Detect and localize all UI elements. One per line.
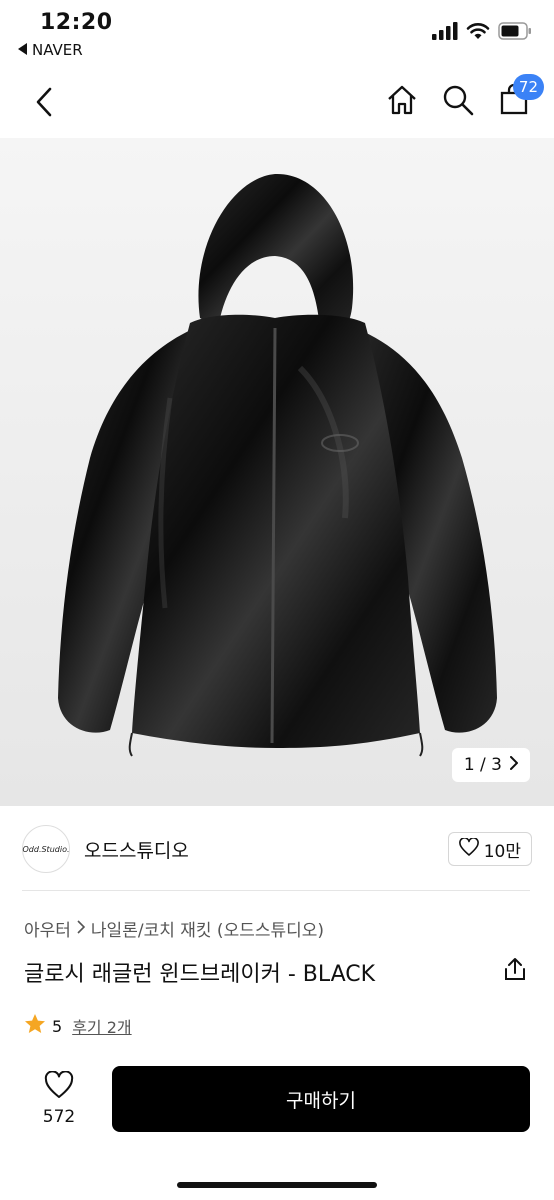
nav-actions: 72	[384, 74, 544, 120]
heart-outline-icon	[458, 836, 479, 861]
product-title: 글로시 래글런 윈드브레이커 - BLACK	[24, 962, 376, 987]
store-logo-text: Odd.Studio.	[22, 844, 70, 854]
battery-icon	[498, 22, 532, 44]
wishlist-count: 572	[42, 1107, 76, 1127]
cart-button[interactable]: 72	[496, 74, 544, 120]
breadcrumb: 아우터 나일론/코치 재킷 (오드스튜디오)	[24, 916, 324, 941]
back-button[interactable]	[26, 86, 62, 122]
search-button[interactable]	[440, 84, 476, 120]
store-row[interactable]: Odd.Studio. 오드스튜디오 10만	[22, 822, 532, 876]
breadcrumb-chevron-icon	[77, 919, 86, 939]
image-counter-label: 1 / 3	[463, 755, 502, 775]
nav-bar: 72	[0, 72, 554, 136]
jacket-product-photo	[58, 173, 497, 757]
image-counter-button[interactable]: 1 / 3	[451, 748, 530, 782]
chevron-right-icon	[510, 755, 519, 775]
share-button[interactable]	[500, 956, 530, 986]
store-like-count: 10만	[483, 841, 521, 862]
product-image-carousel[interactable]: 1 / 3	[0, 138, 554, 806]
share-icon	[504, 957, 526, 985]
store-like-button[interactable]: 10만	[447, 832, 532, 866]
home-indicator	[177, 1182, 377, 1188]
back-to-app-link[interactable]: NAVER	[18, 41, 83, 59]
chevron-left-icon	[35, 87, 53, 121]
wishlist-button[interactable]: 572	[24, 1068, 94, 1130]
store-name: 오드스튜디오	[84, 839, 189, 862]
buy-button[interactable]: 구매하기	[112, 1066, 530, 1132]
status-icons	[432, 22, 532, 44]
signal-icon	[432, 22, 458, 44]
status-bar: 12:20 NAVER	[0, 0, 554, 64]
divider	[22, 890, 530, 891]
back-app-label: NAVER	[32, 41, 83, 59]
review-count-link[interactable]: 후기 2개	[72, 1014, 131, 1038]
cart-count-badge: 72	[512, 74, 544, 100]
breadcrumb-level2[interactable]: 나일론/코치 재킷 (오드스튜디오)	[91, 916, 324, 941]
heart-outline-icon	[44, 1070, 74, 1103]
store-logo: Odd.Studio.	[22, 825, 70, 873]
rating-score: 5	[52, 1016, 63, 1036]
search-icon	[442, 84, 474, 120]
back-triangle-icon	[18, 41, 28, 59]
home-icon	[386, 84, 418, 120]
status-time: 12:20	[40, 10, 113, 35]
home-button[interactable]	[384, 84, 420, 120]
rating-row: 5 후기 2개	[24, 1013, 132, 1039]
wifi-icon	[466, 22, 490, 44]
breadcrumb-level1[interactable]: 아우터	[24, 916, 71, 941]
star-icon	[24, 1013, 46, 1039]
